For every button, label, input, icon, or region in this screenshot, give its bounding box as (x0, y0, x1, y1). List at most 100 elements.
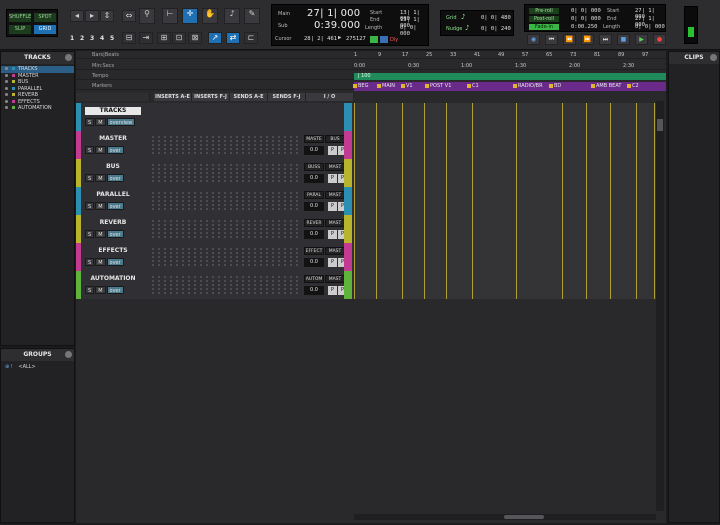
link-timeline-icon[interactable]: ⊟ (122, 32, 136, 44)
zoomer-tool-icon[interactable]: ⚲ (139, 8, 155, 24)
insert-send-slots[interactable] (150, 218, 304, 240)
track-color-strip[interactable] (76, 271, 81, 299)
solo-button[interactable]: S (85, 118, 95, 126)
volume-readout[interactable]: 0.0 (304, 286, 324, 295)
volume-readout[interactable]: 0.0 (304, 146, 324, 155)
commands-focus-icon[interactable]: ⇄ (226, 32, 240, 44)
track-view-selector[interactable]: over (106, 202, 124, 210)
track-lane[interactable] (354, 215, 656, 243)
insertion-follows-icon[interactable]: ⊞ (157, 32, 171, 44)
track-color-strip[interactable] (76, 131, 81, 159)
volume-readout[interactable]: 0.0 (304, 202, 324, 211)
fast-forward-icon[interactable]: ⏩ (581, 34, 594, 45)
input-selector[interactable]: MASTE (304, 135, 324, 143)
slot-row[interactable] (150, 263, 300, 267)
input-selector[interactable]: BUSS (304, 163, 324, 171)
track-row[interactable]: EFFECTS S Mover EFFECT MAST 0.0 P P (76, 243, 656, 271)
volume-readout[interactable]: 0.0 (304, 258, 324, 267)
fadein-value[interactable]: 0:00.250 (571, 24, 598, 30)
marker[interactable]: C1 (466, 83, 479, 90)
track-header[interactable]: PARALLEL S Mover PARAL MAST 0.0 P P (76, 187, 354, 215)
record-icon[interactable]: ● (653, 34, 666, 45)
mute-button[interactable]: M (95, 286, 106, 294)
vertical-scrollbar[interactable] (656, 101, 664, 511)
grid-label[interactable]: Grid (446, 15, 457, 21)
online-icon[interactable]: ◉ (527, 34, 540, 45)
preroll-toggle[interactable]: Pre-roll (529, 8, 559, 14)
track-header[interactable]: BUS S Mover BUSS MAST 0.0 P P (76, 159, 354, 187)
postroll-toggle[interactable]: Post-roll (529, 16, 559, 22)
grid-mode-button[interactable]: GRID (34, 25, 56, 34)
track-name[interactable]: PARALLEL (85, 191, 141, 199)
pan-left-box[interactable]: P (328, 202, 337, 211)
fadein-toggle[interactable]: Fade-in (529, 24, 559, 30)
mute-button[interactable]: M (95, 230, 106, 238)
zoom-preset-2[interactable]: 2 (80, 35, 84, 42)
preroll-value[interactable]: 0| 0| 000 (571, 8, 601, 14)
io-header[interactable]: I / O (306, 93, 354, 101)
output-selector[interactable]: MAST (325, 191, 345, 199)
group-item[interactable]: ⊕ ! <ALL> (1, 364, 74, 371)
track-header[interactable]: REVERB S Mover REVER MAST 0.0 P P (76, 215, 354, 243)
track-lane[interactable] (354, 131, 656, 159)
slot-row[interactable] (150, 207, 300, 211)
mute-button[interactable]: M (95, 146, 106, 154)
delay-label[interactable]: Dly (390, 37, 398, 43)
track-color-strip[interactable] (76, 103, 81, 131)
track-lane[interactable] (354, 187, 656, 215)
return-to-zero-icon[interactable]: ⏮ (545, 34, 558, 45)
transport-length-value[interactable]: 0| 0| 000 (635, 24, 665, 30)
nudge-label[interactable]: Nudge (446, 26, 462, 32)
insert-send-slots[interactable] (150, 274, 304, 296)
mute-button[interactable]: M (95, 202, 106, 210)
tracks-pane-menu-icon[interactable] (65, 54, 72, 61)
track-lane[interactable] (354, 159, 656, 187)
mirror-midi-icon[interactable]: ⊠ (188, 32, 202, 44)
groups-pane-menu-icon[interactable] (65, 351, 72, 358)
main-counter[interactable]: Main 27| 1| 000 Sub 0:39.000 Cursor 28| … (271, 4, 429, 46)
track-lane[interactable] (354, 243, 656, 271)
track-row[interactable]: PARALLEL S Mover PARAL MAST 0.0 P P (76, 187, 656, 215)
input-selector[interactable]: AUTOM (304, 275, 324, 283)
insert-send-slots[interactable] (150, 246, 304, 268)
zoom-preset-5[interactable]: 5 (110, 35, 114, 42)
marker[interactable]: V1 (400, 83, 413, 90)
tempo-bar[interactable]: J 100 (354, 73, 666, 80)
selector-tool-icon[interactable]: ✛ (182, 8, 198, 24)
vertical-zoom-icon[interactable]: ⇕ (100, 10, 114, 22)
horizontal-scroll-thumb[interactable] (504, 515, 544, 519)
track-name[interactable]: AUTOMATION (85, 275, 141, 283)
slot-row[interactable] (150, 291, 300, 295)
trim-tool-icon[interactable]: ⊢ (162, 8, 178, 24)
zoom-preset-4[interactable]: 4 (100, 35, 104, 42)
slot-row[interactable] (150, 179, 300, 183)
spot-mode-button[interactable]: SPOT (34, 13, 56, 22)
go-to-end-icon[interactable]: ⏭ (599, 34, 612, 45)
track-header[interactable]: TRACKS S Moverview (76, 103, 354, 131)
marker[interactable]: RADIO/BR (512, 83, 543, 90)
link-track-icon[interactable]: ⊡ (172, 32, 186, 44)
zoom-preset-3[interactable]: 3 (90, 35, 94, 42)
insert-send-slots[interactable] (150, 162, 304, 184)
solo-button[interactable]: S (85, 146, 95, 154)
marker[interactable]: BEG (352, 83, 368, 90)
track-color-strip[interactable] (76, 243, 81, 271)
track-row[interactable]: TRACKS S Moverview (76, 103, 656, 131)
track-header[interactable]: AUTOMATION S Mover AUTOM MAST 0.0 P P (76, 271, 354, 299)
track-view-selector[interactable]: over (106, 146, 124, 154)
input-selector[interactable]: REVER (304, 219, 324, 227)
mute-button[interactable]: M (95, 258, 106, 266)
shuffle-mode-button[interactable]: SHUFFLE (9, 13, 31, 22)
insert-send-slots[interactable] (150, 190, 304, 212)
output-selector[interactable]: MAST (325, 163, 345, 171)
zoom-preset-icon[interactable]: ⇔ (122, 10, 136, 22)
sends-ae-header[interactable]: SENDS A-E (230, 93, 268, 101)
track-color-strip[interactable] (76, 159, 81, 187)
input-selector[interactable]: EFFECT (304, 247, 324, 255)
pan-left-box[interactable]: P (328, 146, 337, 155)
solo-button[interactable]: S (85, 230, 95, 238)
pan-left-box[interactable]: P (328, 258, 337, 267)
grid-value[interactable]: 0| 0| 480 (481, 15, 511, 21)
output-selector[interactable]: MAST (325, 247, 345, 255)
track-row[interactable]: MASTER S Mover MASTE BUS 0.0 P P (76, 131, 656, 159)
